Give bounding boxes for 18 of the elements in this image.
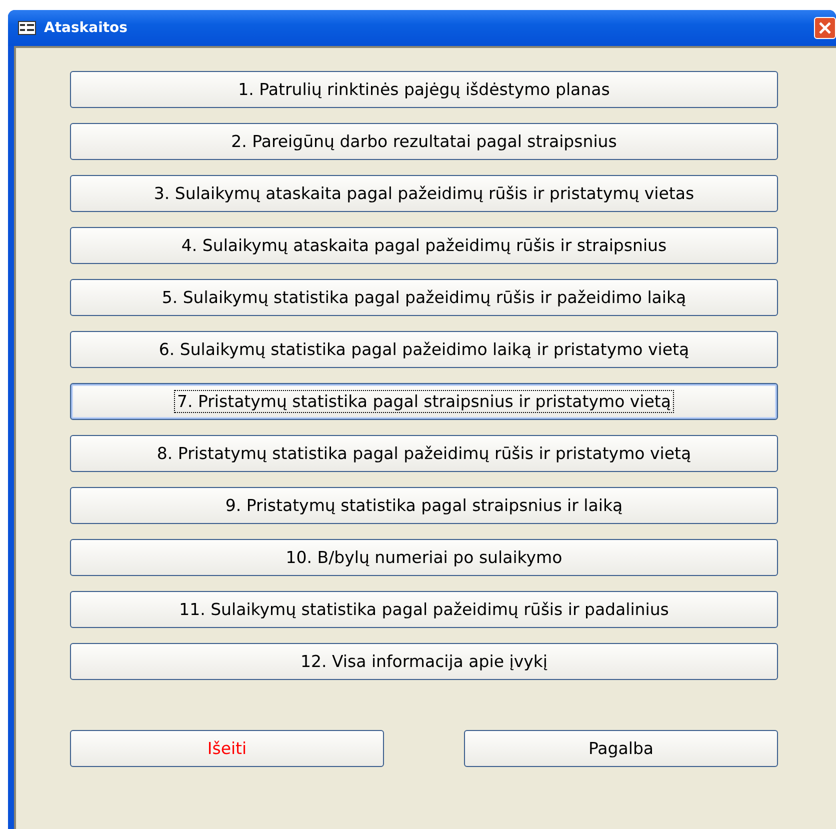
report-button[interactable]: 12. Visa informacija apie įvykį: [70, 643, 778, 680]
report-button[interactable]: 5. Sulaikymų statistika pagal pažeidimų rūšis ir pažeidimo laiką: [70, 279, 778, 316]
report-button[interactable]: 6. Sulaikymų statistika pagal pažeidimo laiką ir pristatymo vietą: [70, 331, 778, 368]
report-button[interactable]: 3. Sulaikymų ataskaita pagal pažeidimų rūšis ir pristatymų vietas: [70, 175, 778, 212]
help-button[interactable]: Pagalba: [464, 730, 778, 767]
report-button[interactable]: 11. Sulaikymų statistika pagal pažeidimų rūšis ir padalinius: [70, 591, 778, 628]
form-icon: [18, 21, 36, 35]
close-icon: [819, 22, 831, 34]
report-button[interactable]: 10. B/bylų numeriai po sulaikymo: [70, 539, 778, 576]
report-button[interactable]: 1. Patrulių rinktinės pajėgų išdėstymo planas: [70, 71, 778, 108]
window-title: Ataskaitos: [44, 20, 129, 36]
exit-button[interactable]: Išeiti: [70, 730, 384, 767]
report-button[interactable]: 8. Pristatymų statistika pagal pažeidimų rūšis ir pristatymo vietą: [70, 435, 778, 472]
report-button[interactable]: 2. Pareigūnų darbo rezultatai pagal straipsnius: [70, 123, 778, 160]
report-button[interactable]: 4. Sulaikymų ataskaita pagal pažeidimų rūšis ir straipsnius: [70, 227, 778, 264]
close-button[interactable]: [814, 17, 836, 39]
report-button[interactable]: 9. Pristatymų statistika pagal straipsnius ir laiką: [70, 487, 778, 524]
report-button[interactable]: 7. Pristatymų statistika pagal straipsnius ir pristatymo vietą: [70, 383, 778, 420]
